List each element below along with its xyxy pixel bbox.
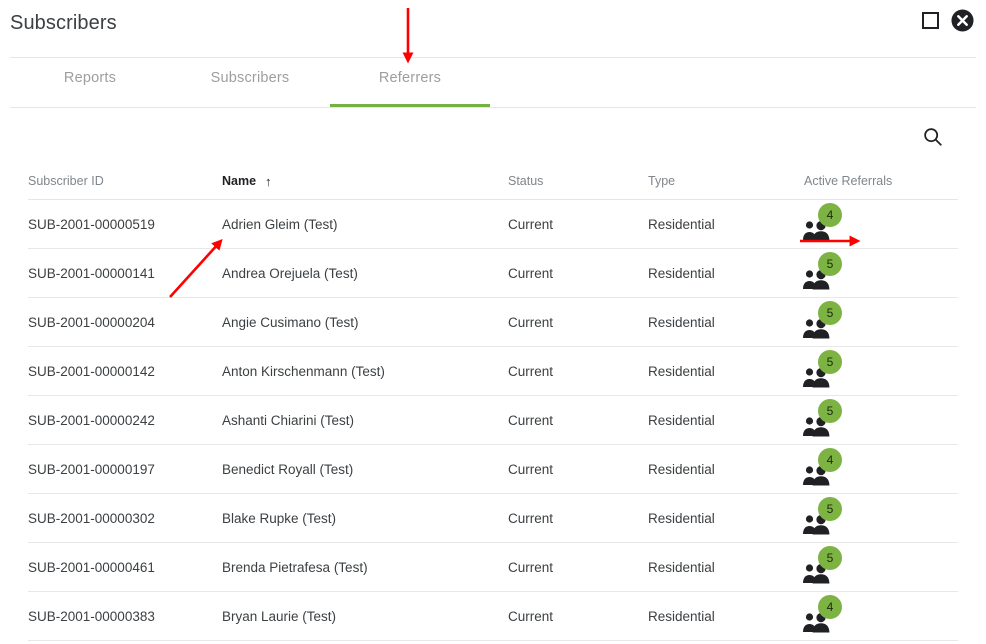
cell-name: Bryan Laurie (Test) <box>222 608 337 624</box>
referral-indicator[interactable]: 5 <box>802 350 848 388</box>
referral-indicator[interactable]: 5 <box>802 497 848 535</box>
cell-name: Ashanti Chiarini (Test) <box>222 412 355 428</box>
cell-subscriber-id: SUB-2001-00000461 <box>28 559 155 575</box>
column-header-label: Name <box>222 174 257 188</box>
cell-status: Current <box>508 363 554 379</box>
table-toolbar <box>0 108 986 163</box>
table-row[interactable]: SUB-2001-00000461 Brenda Pietrafesa (Test… <box>28 543 958 592</box>
page-title: Subscribers <box>10 12 117 34</box>
active-tab-indicator <box>330 104 490 107</box>
cell-active-referrals: 5 <box>800 252 940 290</box>
cell-status: Current <box>508 314 554 330</box>
referral-count-badge: 5 <box>818 399 842 423</box>
cell-status: Current <box>508 265 554 281</box>
tab-label: Reports <box>63 70 117 86</box>
table-row[interactable]: SUB-2001-00000204 Angie Cusimano (Test) Cu… <box>28 298 958 347</box>
referral-indicator[interactable]: 4 <box>802 448 848 486</box>
cell-name: Blake Rupke (Test) <box>222 510 337 526</box>
cell-status: Current <box>508 461 554 477</box>
column-header-status[interactable]: Status <box>508 174 648 188</box>
cell-status: Current <box>508 510 554 526</box>
referral-indicator[interactable]: 4 <box>802 203 848 241</box>
referral-count-badge: 4 <box>818 448 842 472</box>
table-row[interactable]: SUB-2001-00000197 Benedict Royall (Test) C… <box>28 445 958 494</box>
cell-status: Current <box>508 608 554 624</box>
referral-count-badge: 5 <box>818 546 842 570</box>
table-row[interactable]: SUB-2001-00000242 Ashanti Chiarini (Test)… <box>28 396 958 445</box>
referral-count-badge: 5 <box>818 301 842 325</box>
table-row[interactable]: SUB-2001-00000142 Anton Kirschenmann (Tes… <box>28 347 958 396</box>
cell-subscriber-id: SUB-2001-00000197 <box>28 461 155 477</box>
cell-status: Current <box>508 216 554 232</box>
tab-subscribers[interactable]: Subscribers <box>170 58 330 107</box>
window-titlebar: Subscribers <box>0 0 986 57</box>
cell-name: Angie Cusimano (Test) <box>222 314 359 330</box>
cell-active-referrals: 5 <box>800 497 940 535</box>
cell-subscriber-id: SUB-2001-00000204 <box>28 314 155 330</box>
cell-subscriber-id: SUB-2001-00000141 <box>28 265 155 281</box>
cell-active-referrals: 5 <box>800 546 940 584</box>
cell-active-referrals: 5 <box>800 399 940 437</box>
cell-name: Benedict Royall (Test) <box>222 461 354 477</box>
referral-count-badge: 4 <box>818 595 842 619</box>
cell-type: Residential <box>648 412 715 428</box>
cell-type: Residential <box>648 461 715 477</box>
tab-label: Subscribers <box>210 70 290 86</box>
referrers-table: Subscriber ID Name ↑ Status Type Active … <box>28 163 958 641</box>
cell-active-referrals: 5 <box>800 350 940 388</box>
cell-name: Brenda Pietrafesa (Test) <box>222 559 368 575</box>
cell-subscriber-id: SUB-2001-00000302 <box>28 510 155 526</box>
table-row[interactable]: SUB-2001-00000383 Bryan Laurie (Test) Curr… <box>28 592 958 641</box>
cell-type: Residential <box>648 559 715 575</box>
cell-type: Residential <box>648 363 715 379</box>
cell-type: Residential <box>648 216 715 232</box>
table-row[interactable]: SUB-2001-00000519 Adrien Gleim (Test) Curr… <box>28 200 958 249</box>
cell-type: Residential <box>648 510 715 526</box>
column-header-active-referrals[interactable]: Active Referrals <box>800 174 944 188</box>
referral-indicator[interactable]: 5 <box>802 546 848 584</box>
referral-indicator[interactable]: 5 <box>802 399 848 437</box>
cell-name: Anton Kirschenmann (Test) <box>222 363 385 379</box>
cell-subscriber-id: SUB-2001-00000142 <box>28 363 155 379</box>
referral-count-badge: 5 <box>818 350 842 374</box>
cell-active-referrals: 4 <box>800 595 940 633</box>
referral-indicator[interactable]: 5 <box>802 252 848 290</box>
tab-reports[interactable]: Reports <box>10 58 170 107</box>
tab-referrers[interactable]: Referrers <box>330 58 490 107</box>
cell-active-referrals: 4 <box>800 448 940 486</box>
referral-indicator[interactable]: 4 <box>802 595 848 633</box>
cell-subscriber-id: SUB-2001-00000383 <box>28 608 155 624</box>
window-controls <box>922 9 974 32</box>
table-row[interactable]: SUB-2001-00000141 Andrea Orejuela (Test) C… <box>28 249 958 298</box>
table-header-row: Subscriber ID Name ↑ Status Type Active … <box>28 163 958 200</box>
table-body: SUB-2001-00000519 Adrien Gleim (Test) Curr… <box>28 200 958 641</box>
close-icon[interactable] <box>951 9 974 32</box>
referral-count-badge: 4 <box>818 203 842 227</box>
cell-name: Adrien Gleim (Test) <box>222 216 338 232</box>
tab-bar: Reports Subscribers Referrers <box>10 57 976 108</box>
column-header-subscriber-id[interactable]: Subscriber ID <box>28 174 222 188</box>
cell-subscriber-id: SUB-2001-00000242 <box>28 412 155 428</box>
search-icon[interactable] <box>922 126 944 148</box>
cell-subscriber-id: SUB-2001-00000519 <box>28 216 155 232</box>
cell-active-referrals: 4 <box>800 203 940 241</box>
cell-type: Residential <box>648 314 715 330</box>
cell-name: Andrea Orejuela (Test) <box>222 265 358 281</box>
referral-indicator[interactable]: 5 <box>802 301 848 339</box>
table-row[interactable]: SUB-2001-00000302 Blake Rupke (Test) Curre… <box>28 494 958 543</box>
column-header-type[interactable]: Type <box>648 174 800 188</box>
cell-type: Residential <box>648 608 715 624</box>
sort-ascending-icon: ↑ <box>265 173 272 189</box>
referral-count-badge: 5 <box>818 497 842 521</box>
cell-status: Current <box>508 412 554 428</box>
cell-type: Residential <box>648 265 715 281</box>
tab-label: Referrers <box>378 70 442 86</box>
cell-status: Current <box>508 559 554 575</box>
cell-active-referrals: 5 <box>800 301 940 339</box>
maximize-icon[interactable] <box>922 12 939 29</box>
column-header-name[interactable]: Name ↑ <box>222 174 508 188</box>
referral-count-badge: 5 <box>818 252 842 276</box>
